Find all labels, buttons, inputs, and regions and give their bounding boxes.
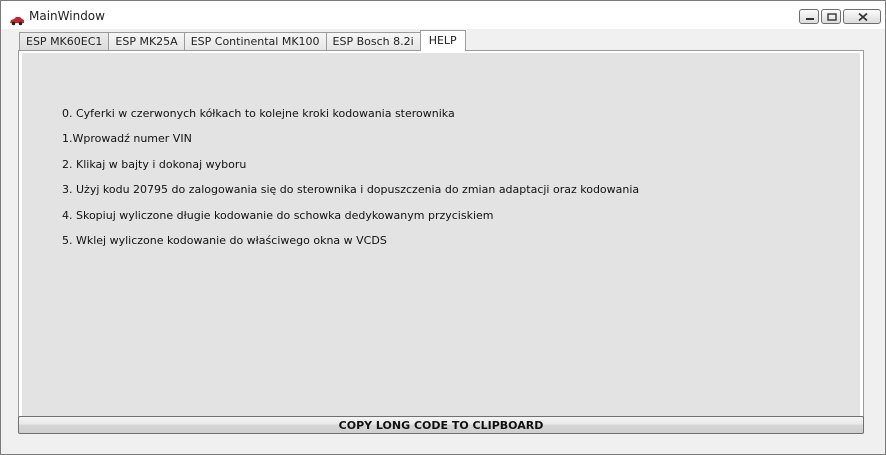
copy-long-code-button[interactable]: COPY LONG CODE TO CLIPBOARD [18, 416, 864, 434]
window-controls [799, 9, 881, 26]
tab-esp-continental-mk100[interactable]: ESP Continental MK100 [183, 32, 327, 51]
help-line: 5. Wklej wyliczone kodowanie do właściwe… [62, 233, 387, 247]
help-content: 0. Cyferki w czerwonych kółkach to kolej… [22, 53, 860, 424]
help-instructions: 0. Cyferki w czerwonych kółkach to kolej… [62, 107, 639, 259]
client-area: ESP MK60EC1 ESP MK25A ESP Continental MK… [9, 30, 877, 446]
car-icon [9, 11, 25, 26]
main-window: MainWindow ESP MK60EC1 ESP MK25A ESP Con… [0, 0, 886, 455]
tab-bar: ESP MK60EC1 ESP MK25A ESP Continental MK… [19, 30, 466, 51]
minimize-icon[interactable] [799, 9, 819, 24]
tab-esp-bosch-8-2i[interactable]: ESP Bosch 8.2i [325, 32, 421, 51]
tab-esp-mk60ec1[interactable]: ESP MK60EC1 [19, 32, 110, 51]
tab-esp-mk25a[interactable]: ESP MK25A [108, 32, 185, 51]
title-bar[interactable]: MainWindow [1, 1, 885, 29]
help-line: 4. Skopiuj wyliczone długie kodowanie do… [62, 208, 494, 222]
tab-help[interactable]: HELP [419, 30, 466, 51]
window-title: MainWindow [29, 9, 105, 23]
help-line: 0. Cyferki w czerwonych kółkach to kolej… [62, 107, 455, 120]
maximize-icon[interactable] [821, 9, 841, 24]
help-line: 1.Wprowadź numer VIN [62, 132, 192, 146]
help-tab-panel: 0. Cyferki w czerwonych kółkach to kolej… [18, 50, 864, 428]
help-line: 2. Klikaj w bajty i dokonaj wyboru [62, 157, 247, 171]
close-icon[interactable] [843, 9, 881, 24]
help-line: 3. Użyj kodu 20795 do zalogowania się do… [62, 183, 640, 197]
